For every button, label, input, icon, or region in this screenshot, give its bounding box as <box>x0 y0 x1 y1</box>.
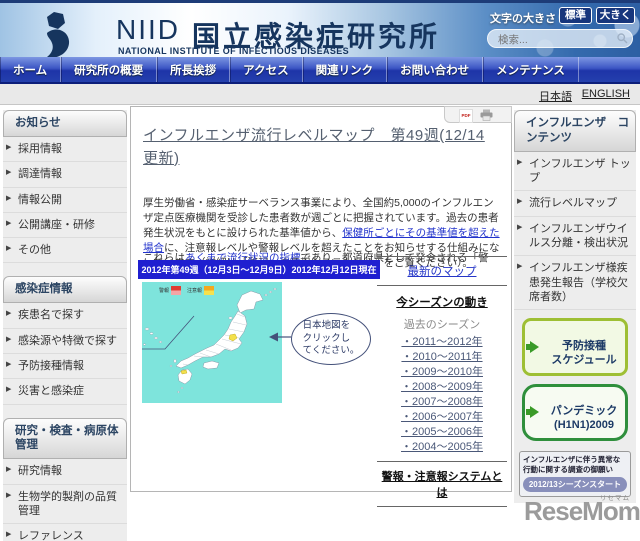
vaccination-schedule-button[interactable]: 予防接種 スケジュール <box>522 318 628 376</box>
pandemic-h1n1-button[interactable]: パンデミック (H1N1)2009 <box>522 383 628 441</box>
page-tools-tab: PDF <box>444 106 512 123</box>
sidebar-item-disease-name[interactable]: ▶ 疾患名で探す <box>3 303 127 329</box>
sidebar-item-source[interactable]: ▶ 感染源や特徴で探す <box>3 329 127 354</box>
search-icon <box>617 33 628 44</box>
arrow-bullet-icon: ▶ <box>517 223 523 231</box>
font-size-large-button[interactable]: 大きく <box>596 7 635 24</box>
page-title-link[interactable]: インフルエンザ流行レベルマップ 第49週(12/14更新) <box>143 125 495 170</box>
nav-item-home[interactable]: ホーム <box>0 57 62 82</box>
season-link-2011-2012[interactable]: ・2011～2012年 <box>377 335 507 350</box>
arrow-bullet-icon: ▶ <box>6 143 12 151</box>
sidebar-item-influenza-top[interactable]: ▶ インフルエンザ トップ <box>514 152 636 192</box>
left-arrow-icon <box>269 332 291 342</box>
season-link-2010-2011[interactable]: ・2010～2011年 <box>377 350 507 365</box>
sidebar-section-announcements: お知らせ <box>3 110 127 137</box>
sidebar-item-reference[interactable]: ▶ レファレンス <box>3 524 127 541</box>
arrow-bullet-icon: ▶ <box>6 491 12 499</box>
nav-item-contact[interactable]: お問い合わせ <box>387 57 484 82</box>
season-link-2008-2009[interactable]: ・2008～2009年 <box>377 380 507 395</box>
lang-english-link[interactable]: ENGLISH <box>582 88 630 100</box>
sidebar-item-vaccination[interactable]: ▶ 予防接種情報 <box>3 354 127 380</box>
sidebar-item-level-map[interactable]: ▶ 流行レベルマップ <box>514 191 636 217</box>
legend-caution-swatch <box>204 286 214 291</box>
nav-item-greeting[interactable]: 所長挨拶 <box>157 57 231 82</box>
sidebar-item-disaster[interactable]: ▶ 災害と感染症 <box>3 379 127 405</box>
arrow-bullet-icon: ▶ <box>517 263 523 271</box>
left-sidebar: お知らせ ▶ 採用情報 ▶ 調達情報 ▶ 情報公開 ▶ 公開講座・研修 ▶ その他 感染症… <box>3 110 127 541</box>
sidebar-item-biologics[interactable]: ▶ 生物学的製剤の品質管理 <box>3 485 127 525</box>
search-input[interactable] <box>496 31 618 48</box>
sidebar-item-recruit[interactable]: ▶ 採用情報 <box>3 137 127 163</box>
highlight-prefecture-kyushu[interactable] <box>180 369 188 375</box>
resemom-watermark: リセマム ReseMom. <box>524 495 640 527</box>
sidebar-item-research-info[interactable]: ▶ 研究情報 <box>3 459 127 485</box>
sidebar-item-school-absence[interactable]: ▶ インフルエンザ様疾患発生報告（学校欠席者数） <box>514 256 636 311</box>
sidebar-section-infection-info: 感染症情報 <box>3 276 127 304</box>
arrow-bullet-icon: ▶ <box>6 386 12 394</box>
search-box <box>487 29 633 48</box>
season-link-2009-2010[interactable]: ・2009～2010年 <box>377 365 507 380</box>
nav-item-links[interactable]: 関連リンク <box>303 57 388 82</box>
main-navigation: ホーム 研究所の概要 所長挨拶 アクセス 関連リンク お問い合わせ メンテナンス <box>0 57 640 84</box>
arrow-bullet-icon: ▶ <box>6 360 12 368</box>
arrow-bullet-icon: ▶ <box>6 169 12 177</box>
this-season-link[interactable]: 今シーズンの動き <box>377 294 507 310</box>
nav-item-overview[interactable]: 研究所の概要 <box>61 57 158 82</box>
sidebar-item-others[interactable]: ▶ その他 <box>3 238 127 264</box>
arrow-bullet-icon: ▶ <box>6 245 12 253</box>
arrow-bullet-icon: ▶ <box>517 158 523 166</box>
banner-text: インフルエンザに伴う異常な行動に関する調査の御願い <box>523 454 621 474</box>
arrow-bullet-icon: ▶ <box>517 198 523 206</box>
abnormal-behavior-survey-banner[interactable]: インフルエンザに伴う異常な行動に関する調査の御願い 2012/13シーズンスター… <box>519 450 631 498</box>
watermark-ruby: リセマム <box>600 495 630 502</box>
latest-map-link[interactable]: 最新のマップ <box>377 263 507 279</box>
divider <box>377 506 507 507</box>
season-link-2005-2006[interactable]: ・2005～2006年 <box>377 425 507 440</box>
influenza-contents-header: インフルエンザ コンテンツ <box>514 110 636 152</box>
sidebar-section-research: 研究・検査・病原体管理 <box>3 417 127 460</box>
lang-japanese-link[interactable]: 日本語 <box>539 88 572 104</box>
sidebar-item-lectures[interactable]: ▶ 公開講座・研修 <box>3 213 127 239</box>
season-start-pill: 2012/13シーズンスタート <box>523 477 627 493</box>
sidebar-item-disclosure[interactable]: ▶ 情報公開 <box>3 188 127 213</box>
arrow-bullet-icon: ▶ <box>6 531 12 539</box>
print-icon[interactable] <box>480 109 493 121</box>
niid-logo-icon <box>47 12 70 58</box>
legend-caution-label: 注意報 <box>187 287 202 294</box>
arrow-bullet-icon: ▶ <box>6 335 12 343</box>
logo-niid-text: NIID <box>116 14 180 45</box>
green-arrow-icon <box>526 340 539 353</box>
week-date-bar: 2012年第49週（12月3日～12月9日）2012年12月12日現在 <box>138 260 380 279</box>
language-bar: 日本語 ENGLISH <box>0 84 640 105</box>
legend-alert-label: 警報 <box>159 287 169 294</box>
green-arrow-icon <box>526 406 539 419</box>
arrow-bullet-icon: ▶ <box>6 219 12 227</box>
site-title-english: NATIONAL INSTITUTE OF INFECTIOUS DISEASE… <box>118 46 350 56</box>
font-size-standard-button[interactable]: 標準 <box>559 7 592 24</box>
nav-item-access[interactable]: アクセス <box>230 57 303 82</box>
past-seasons-label: 過去のシーズン <box>403 319 481 331</box>
season-link-2007-2008[interactable]: ・2007～2008年 <box>377 395 507 410</box>
font-size-label: 文字の大きさ <box>490 13 556 25</box>
site-header: NIID 国立感染症研究所 NATIONAL INSTITUTE OF INFE… <box>0 0 640 58</box>
sidebar-item-procurement[interactable]: ▶ 調達情報 <box>3 162 127 188</box>
nav-item-maintenance[interactable]: メンテナンス <box>483 57 579 82</box>
main-content: PDF インフルエンザ流行レベルマップ 第49週(12/14更新) 厚生労働省・… <box>130 106 512 507</box>
divider <box>377 256 507 257</box>
click-map-bubble: 日本地図を クリックし てください。 <box>291 313 371 365</box>
divider <box>377 285 507 286</box>
season-link-2004-2005[interactable]: ・2004～2005年 <box>377 440 507 455</box>
alert-system-link[interactable]: 警報・注意報システムとは <box>377 462 507 506</box>
arrow-bullet-icon: ▶ <box>6 310 12 318</box>
page: NIID 国立感染症研究所 NATIONAL INSTITUTE OF INFE… <box>0 0 640 541</box>
pdf-icon[interactable]: PDF <box>459 109 473 123</box>
season-links-column: 最新のマップ 今シーズンの動き 過去のシーズン ・2011～2012年 ・201… <box>377 256 507 507</box>
sidebar-item-virus-isolation[interactable]: ▶ インフルエンザウイルス分離・検出状況 <box>514 217 636 257</box>
arrow-bullet-icon: ▶ <box>6 194 12 202</box>
season-link-2006-2007[interactable]: ・2006～2007年 <box>377 410 507 425</box>
japan-level-map[interactable]: 警報 注意報 <box>142 282 282 403</box>
right-sidebar: インフルエンザ コンテンツ ▶ インフルエンザ トップ ▶ 流行レベルマップ ▶ イン… <box>514 110 636 504</box>
arrow-bullet-icon: ▶ <box>6 466 12 474</box>
legend-alert-swatch <box>171 286 181 291</box>
